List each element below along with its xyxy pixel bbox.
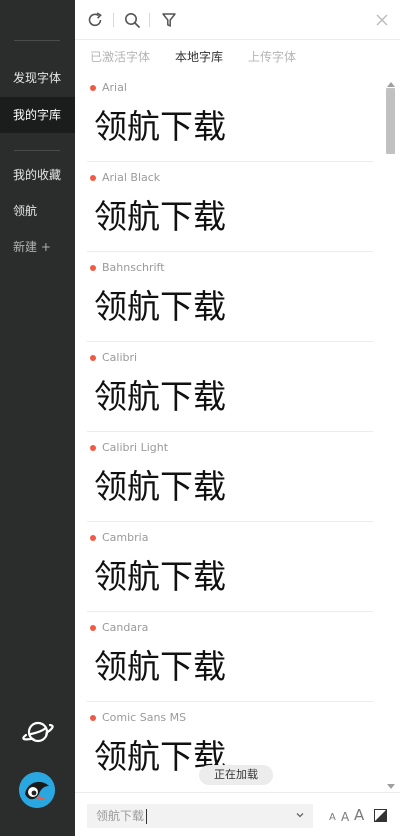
main-panel: 已激活字体 本地字库 上传字体 Arial 领航下载 Arial Black 领… [75, 0, 400, 836]
contrast-half-icon [375, 810, 386, 821]
font-list-item[interactable]: Arial 领航下载 [87, 72, 373, 162]
status-dot [90, 85, 96, 91]
font-list: Arial 领航下载 Arial Black 领航下载 Bahnschrift … [87, 72, 373, 790]
font-list-item[interactable]: Calibri Light 领航下载 [87, 432, 373, 522]
font-preview: 领航下载 [94, 647, 226, 686]
chevron-down-icon[interactable] [296, 811, 304, 819]
avatar-bird-icon [19, 772, 55, 808]
text-caret [146, 809, 147, 824]
scrollbar[interactable] [383, 80, 399, 792]
scrollbar-thumb[interactable] [386, 88, 395, 154]
font-name: Arial Black [102, 171, 161, 184]
toolbar [75, 0, 400, 40]
font-list-item[interactable]: Cambria 领航下载 [87, 522, 373, 612]
tab-bar: 已激活字体 本地字库 上传字体 [75, 40, 400, 72]
status-dot [90, 535, 96, 541]
sidebar-divider [14, 40, 60, 41]
font-list-item[interactable]: Bahnschrift 领航下载 [87, 252, 373, 342]
bottom-bar: 领航下载 A A A [75, 792, 400, 836]
status-dot [90, 175, 96, 181]
tab-local-library[interactable]: 本地字库 [175, 48, 223, 65]
toolbar-separator [149, 13, 150, 27]
font-name: Bahnschrift [102, 261, 165, 274]
font-name: Cambria [102, 531, 149, 544]
font-list-item[interactable]: Arial Black 领航下载 [87, 162, 373, 252]
font-list-item[interactable]: Candara 领航下载 [87, 612, 373, 702]
sidebar-item-linghang[interactable]: 领航 [0, 193, 75, 229]
font-preview: 领航下载 [94, 467, 226, 506]
font-list-item[interactable]: Calibri 领航下载 [87, 342, 373, 432]
font-name: Candara [102, 621, 149, 634]
status-dot [90, 355, 96, 361]
sidebar-item-my-library[interactable]: 我的字库 [0, 97, 75, 133]
sidebar: 发现字体 我的字库 我的收藏 领航 新建 + [0, 0, 75, 836]
font-name: Arial [102, 81, 127, 94]
sidebar-divider [14, 150, 60, 151]
font-size-large-button[interactable]: A [354, 806, 364, 824]
font-name: Calibri [102, 351, 138, 364]
planet-icon[interactable] [20, 716, 56, 748]
font-preview: 领航下载 [94, 287, 226, 326]
refresh-icon[interactable] [85, 10, 105, 30]
status-dot [90, 265, 96, 271]
font-name: Calibri Light [102, 441, 169, 454]
avatar[interactable] [19, 772, 55, 808]
tab-activated-fonts[interactable]: 已激活字体 [90, 48, 150, 65]
scroll-down-arrow-icon[interactable] [387, 784, 395, 789]
font-preview: 领航下载 [94, 197, 226, 236]
sidebar-item-favorites[interactable]: 我的收藏 [0, 157, 75, 193]
font-size-small-button[interactable]: A [329, 812, 336, 823]
filter-icon[interactable] [159, 10, 179, 30]
close-icon[interactable] [372, 10, 392, 30]
search-icon[interactable] [122, 10, 142, 30]
toolbar-separator [113, 13, 114, 27]
font-preview: 领航下载 [94, 377, 226, 416]
status-dot [90, 445, 96, 451]
font-preview: 领航下载 [94, 107, 226, 146]
sidebar-item-discover[interactable]: 发现字体 [0, 60, 75, 96]
loading-indicator: 正在加载 [199, 765, 273, 785]
sidebar-item-new[interactable]: 新建 + [0, 229, 75, 265]
font-preview: 领航下载 [94, 557, 226, 596]
font-name: Comic Sans MS [102, 711, 187, 724]
status-dot [90, 625, 96, 631]
status-dot [90, 715, 96, 721]
preview-text-input[interactable]: 领航下载 [87, 804, 313, 828]
font-size-medium-button[interactable]: A [341, 810, 349, 824]
scroll-up-arrow-icon[interactable] [387, 82, 395, 87]
contrast-toggle-icon[interactable] [374, 809, 387, 822]
tab-upload-fonts[interactable]: 上传字体 [248, 48, 296, 65]
